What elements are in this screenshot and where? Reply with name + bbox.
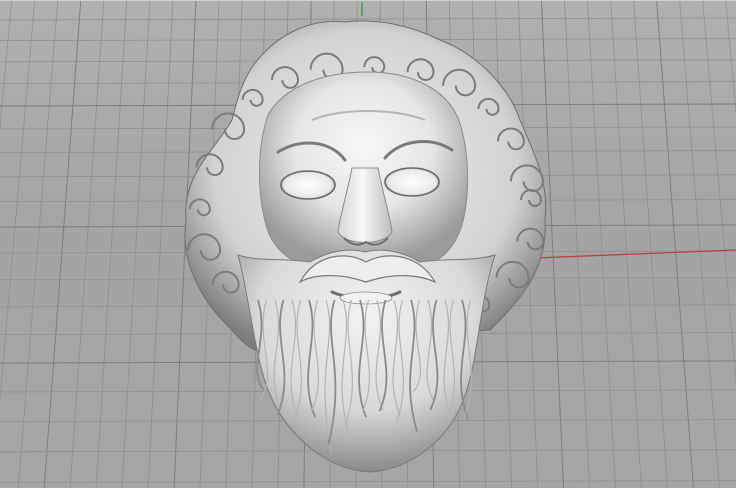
- grid-line-vertical: [610, 0, 642, 488]
- grid-line-vertical: [587, 0, 616, 488]
- viewport-canvas[interactable]: [0, 0, 736, 488]
- grid-line-vertical: [0, 0, 13, 131]
- grid-line-horizontal: [0, 17, 736, 21]
- grid-line-vertical: [702, 0, 736, 386]
- grid-line-vertical: [540, 0, 565, 488]
- grid-line-vertical: [17, 0, 59, 488]
- grid-line-vertical: [147, 0, 174, 488]
- left-eye: [280, 170, 336, 200]
- grid-line-vertical: [679, 0, 720, 488]
- grid-line-horizontal: [0, 480, 736, 484]
- grid-line-vertical: [95, 0, 128, 488]
- perspective-viewport[interactable]: [0, 0, 736, 488]
- grid-line-vertical: [725, 0, 736, 115]
- grid-line-vertical: [564, 0, 590, 488]
- beard: [237, 249, 496, 473]
- right-eye: [384, 167, 440, 197]
- grid-line-vertical: [121, 0, 151, 488]
